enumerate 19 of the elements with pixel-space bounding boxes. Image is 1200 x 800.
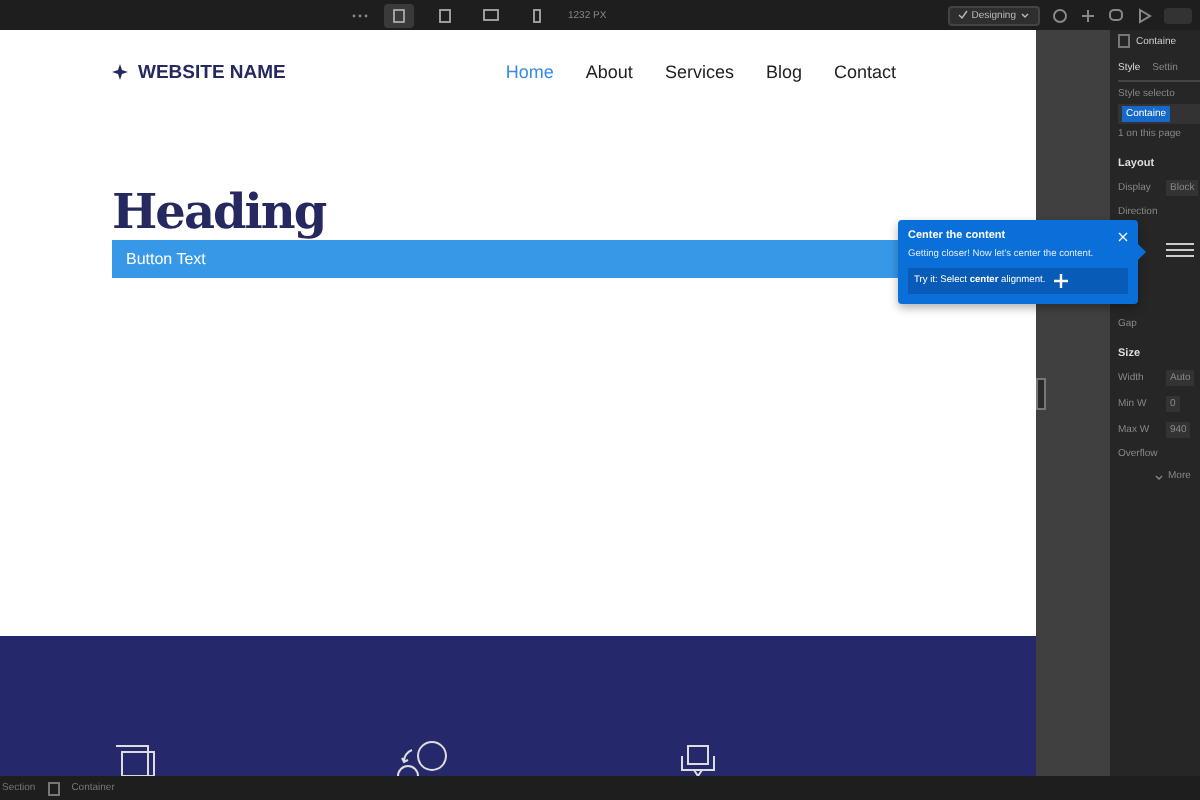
- nav-link[interactable]: Services: [664, 62, 734, 82]
- nav-link[interactable]: Blog: [765, 62, 802, 82]
- chair-icon: [678, 744, 718, 776]
- container-icon: [1118, 34, 1130, 48]
- chevron-down-icon: [1020, 10, 1030, 20]
- currency-exchange-icon: [392, 740, 448, 776]
- chevron-down-icon: [1154, 471, 1164, 481]
- align-icon[interactable]: [1166, 242, 1194, 258]
- site-logo[interactable]: WEBSITE NAME: [112, 61, 286, 83]
- close-icon[interactable]: [1118, 231, 1128, 241]
- play-icon[interactable]: [1136, 7, 1152, 23]
- resize-handle[interactable]: [1035, 377, 1045, 409]
- sparkle-icon: [112, 64, 128, 80]
- nav-link[interactable]: Contact: [833, 62, 896, 82]
- nav-link[interactable]: Home: [505, 62, 554, 82]
- nav-link[interactable]: About: [585, 62, 633, 82]
- container-icon: [47, 781, 60, 795]
- desktop-icon[interactable]: [384, 3, 414, 27]
- check-icon: [957, 10, 968, 20]
